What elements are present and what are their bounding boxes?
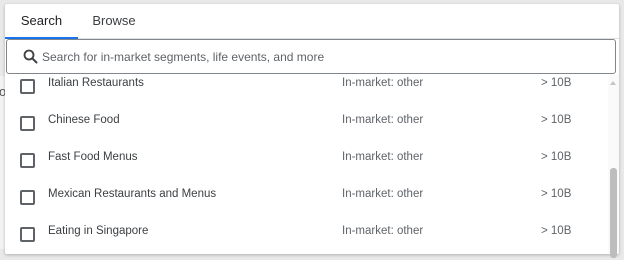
- list-item[interactable]: Fast Food Menus In-market: other > 10B: [5, 149, 605, 186]
- segment-type: In-market: other: [342, 77, 424, 89]
- segment-list: Italian Restaurants In-market: other > 1…: [5, 75, 605, 260]
- checkbox-unchecked-icon[interactable]: [20, 116, 35, 131]
- checkbox-unchecked-icon[interactable]: [20, 79, 35, 94]
- segment-name: Italian Restaurants: [48, 77, 144, 89]
- segment-size: > 10B: [541, 114, 572, 126]
- segment-name: Eating in Singapore: [48, 225, 149, 237]
- segment-name: Mexican Restaurants and Menus: [48, 188, 217, 200]
- segment-size: > 10B: [541, 188, 572, 200]
- segment-type: In-market: other: [342, 188, 424, 200]
- checkbox-unchecked-icon[interactable]: [20, 153, 35, 168]
- search-input[interactable]: [42, 40, 602, 73]
- search-field[interactable]: [6, 39, 616, 74]
- checkbox-unchecked-icon[interactable]: [20, 227, 35, 242]
- tab-search[interactable]: Search: [5, 4, 78, 37]
- scrollbar-thumb[interactable]: [610, 168, 617, 258]
- list-item[interactable]: Chinese Food In-market: other > 10B: [5, 112, 605, 149]
- tab-browse[interactable]: Browse: [78, 4, 150, 37]
- segment-type: In-market: other: [342, 225, 424, 237]
- list-scrollbar[interactable]: [608, 75, 619, 258]
- checkbox-unchecked-icon[interactable]: [20, 190, 35, 205]
- segment-name: Fast Food Menus: [48, 151, 138, 163]
- chevron-up-icon[interactable]: [610, 81, 616, 85]
- list-item[interactable]: Eating in Singapore In-market: other > 1…: [5, 223, 605, 260]
- list-item[interactable]: Mexican Restaurants and Menus In-market:…: [5, 186, 605, 223]
- search-icon: [23, 49, 38, 64]
- segment-size: > 10B: [541, 225, 572, 237]
- segment-type: In-market: other: [342, 151, 424, 163]
- tab-bar: Search Browse: [5, 4, 619, 39]
- audience-segment-picker: Search Browse Italian Restaurants In-mar…: [5, 4, 619, 258]
- segment-type: In-market: other: [342, 114, 424, 126]
- segment-size: > 10B: [541, 151, 572, 163]
- segment-name: Chinese Food: [48, 114, 120, 126]
- segment-size: > 10B: [541, 77, 572, 89]
- list-item[interactable]: Italian Restaurants In-market: other > 1…: [5, 75, 605, 112]
